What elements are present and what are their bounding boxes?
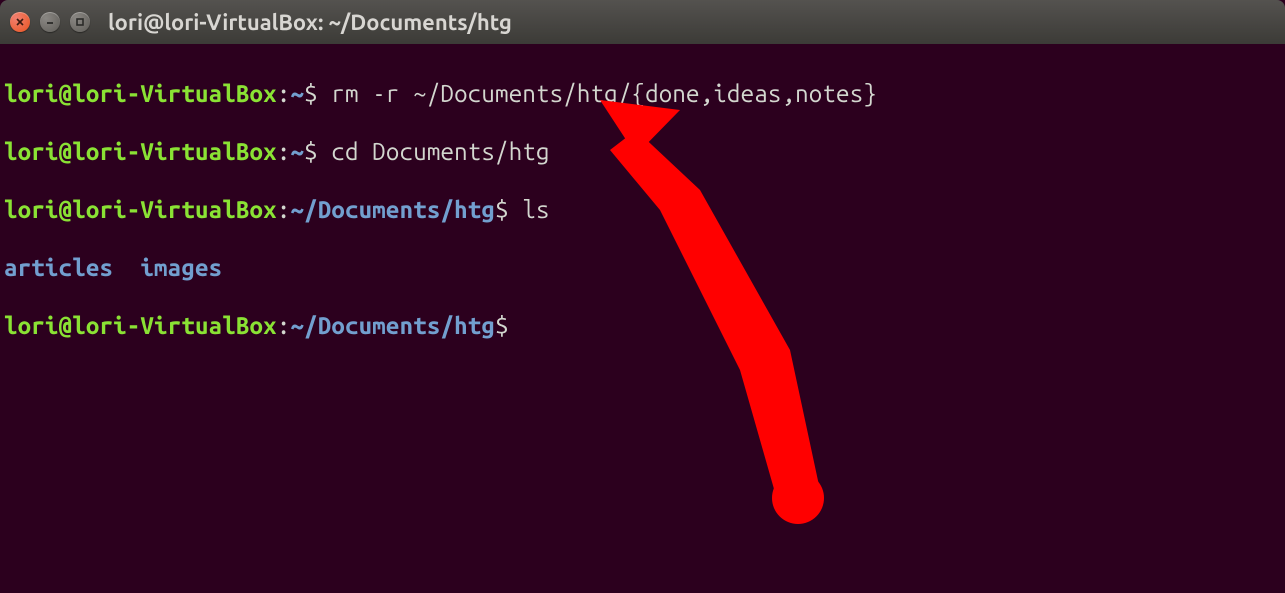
- prompt-symbol: $: [304, 80, 331, 107]
- command-text: ls: [522, 196, 549, 223]
- terminal-line: lori@lori-VirtualBox:~/Documents/htg$ ls: [4, 195, 1281, 224]
- prompt-path: ~: [290, 80, 304, 107]
- minimize-icon[interactable]: [40, 12, 60, 32]
- command-text: rm -r ~/Documents/htg/{done,ideas,notes}: [331, 80, 877, 107]
- directory-entry: images: [140, 254, 222, 281]
- prompt-symbol: $: [495, 196, 522, 223]
- window-title: lori@lori-VirtualBox: ~/Documents/htg: [108, 10, 512, 35]
- directory-entry: articles: [4, 254, 113, 281]
- ls-output: articles images: [4, 253, 1281, 282]
- prompt-user-host: lori@lori-VirtualBox: [4, 138, 277, 165]
- maximize-icon[interactable]: [70, 12, 90, 32]
- command-text: cd Documents/htg: [331, 138, 549, 165]
- terminal-line: lori@lori-VirtualBox:~$ cd Documents/htg: [4, 137, 1281, 166]
- prompt-symbol: $: [495, 312, 522, 339]
- prompt-path: ~/Documents/htg: [290, 196, 495, 223]
- terminal-current-prompt[interactable]: lori@lori-VirtualBox:~/Documents/htg$: [4, 311, 1281, 340]
- terminal-body[interactable]: lori@lori-VirtualBox:~$ rm -r ~/Document…: [0, 44, 1285, 404]
- prompt-path: ~: [290, 138, 304, 165]
- prompt-path: ~/Documents/htg: [290, 312, 495, 339]
- prompt-symbol: $: [304, 138, 331, 165]
- window-buttons: [10, 12, 90, 32]
- terminal-window: lori@lori-VirtualBox: ~/Documents/htg lo…: [0, 0, 1285, 593]
- prompt-user-host: lori@lori-VirtualBox: [4, 80, 277, 107]
- prompt-user-host: lori@lori-VirtualBox: [4, 312, 277, 339]
- terminal-line: lori@lori-VirtualBox:~$ rm -r ~/Document…: [4, 79, 1281, 108]
- close-icon[interactable]: [10, 12, 30, 32]
- prompt-user-host: lori@lori-VirtualBox: [4, 196, 277, 223]
- titlebar[interactable]: lori@lori-VirtualBox: ~/Documents/htg: [0, 0, 1285, 44]
